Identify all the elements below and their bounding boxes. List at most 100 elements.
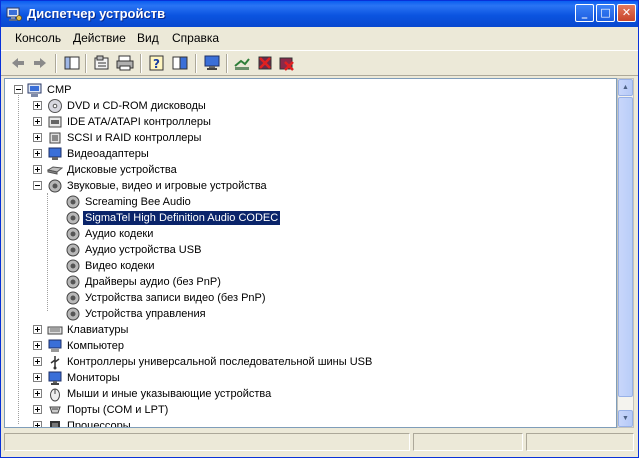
speaker-icon	[66, 243, 80, 257]
toolbar-separator	[195, 54, 197, 73]
tree-item-label: IDE ATA/ATAPI контроллеры	[67, 116, 211, 128]
collapse-toggle[interactable]	[14, 85, 23, 94]
tree-item-label: Мыши и иные указывающие устройства	[67, 388, 272, 400]
close-icon: ✕	[621, 6, 632, 19]
expand-toggle[interactable]	[33, 117, 42, 126]
tree-item-label: Процессоры	[67, 420, 131, 428]
status-cell	[413, 433, 523, 451]
tree-child-label: Аудио кодеки	[85, 228, 154, 240]
minimize-button[interactable]: _	[575, 4, 594, 22]
device-tree[interactable]: CMP DVD и CD-ROM дисководы IDE ATA/ATAPI…	[4, 78, 617, 428]
title-bar[interactable]: Диспетчер устройств _ □ ✕	[1, 1, 638, 27]
uninstall-device-icon[interactable]	[278, 54, 296, 72]
menu-bar: Консоль Действие Вид Справка	[1, 27, 638, 49]
print-icon[interactable]	[116, 54, 134, 72]
status-cell	[526, 433, 634, 451]
tree-child-label-selected: SigmaTel High Definition Audio CODEC	[81, 210, 282, 226]
speaker-icon	[66, 227, 80, 241]
menu-action[interactable]: Действие	[73, 31, 126, 45]
tree-item-label: Компьютер	[67, 340, 124, 352]
speaker-icon	[66, 291, 80, 305]
display-adapter-icon	[48, 147, 62, 160]
speaker-icon	[66, 307, 80, 321]
help-icon[interactable]: ?	[148, 54, 166, 72]
up-arrow-icon: ▲	[622, 84, 629, 91]
disable-device-icon[interactable]	[256, 54, 274, 72]
console-tree-icon[interactable]	[63, 54, 81, 72]
tree-item-label: Клавиатуры	[67, 324, 129, 336]
cdrom-icon	[48, 99, 62, 113]
menu-view[interactable]: Вид	[137, 31, 159, 45]
monitor-icon[interactable]	[203, 54, 221, 72]
show-hide-icon[interactable]	[171, 54, 189, 72]
scroll-down-button[interactable]: ▼	[618, 410, 633, 427]
tree-item-label: Мониторы	[67, 372, 120, 384]
usb-icon	[50, 356, 60, 370]
tree-connector	[18, 92, 19, 424]
scsi-controller-icon	[49, 132, 61, 144]
speaker-icon	[66, 259, 80, 273]
tree-item-label: Порты (COM и LPT)	[67, 404, 169, 416]
minimize-icon: _	[581, 6, 588, 19]
toolbar-separator	[226, 54, 228, 73]
device-manager-window: Диспетчер устройств _ □ ✕ Консоль Действ…	[0, 0, 639, 458]
properties-icon[interactable]	[93, 54, 111, 72]
expand-toggle[interactable]	[33, 357, 42, 366]
tree-child-label: Аудио устройства USB	[85, 244, 202, 256]
maximize-button[interactable]: □	[596, 4, 615, 22]
toolbar-separator	[85, 54, 87, 73]
tree-child-label: Устройства управления	[85, 308, 206, 320]
tree-item-label: SCSI и RAID контроллеры	[67, 132, 202, 144]
tree-item-label: Звуковые, видео и игровые устройства	[67, 180, 267, 192]
collapse-toggle[interactable]	[33, 181, 42, 190]
expand-toggle[interactable]	[33, 373, 42, 382]
expand-toggle[interactable]	[33, 421, 42, 427]
tree-item-label: DVD и CD-ROM дисководы	[67, 100, 206, 112]
maximize-icon: □	[600, 6, 611, 19]
close-button[interactable]: ✕	[617, 4, 636, 22]
scan-hardware-icon[interactable]	[233, 54, 251, 72]
tree-connector	[47, 193, 48, 311]
computer-icon	[27, 83, 42, 97]
tree-item-label: Видеоадаптеры	[67, 148, 149, 160]
toolbar-separator	[140, 54, 142, 73]
speaker-icon	[66, 275, 80, 289]
computer-icon	[48, 339, 62, 352]
forward-arrow-icon[interactable]	[31, 54, 49, 72]
expand-toggle[interactable]	[33, 101, 42, 110]
speaker-icon	[66, 195, 80, 209]
vertical-scrollbar[interactable]: ▲ ▼	[617, 78, 634, 428]
expand-toggle[interactable]	[33, 149, 42, 158]
scroll-up-button[interactable]: ▲	[618, 79, 633, 96]
toolbar: ?	[1, 50, 638, 76]
back-arrow-icon[interactable]	[9, 54, 27, 72]
expand-toggle[interactable]	[33, 325, 42, 334]
window-title: Диспетчер устройств	[27, 6, 166, 21]
sound-device-icon	[48, 179, 62, 193]
tree-child-label: Устройства записи видео (без PnP)	[85, 292, 266, 304]
tree-item-label: Дисковые устройства	[67, 164, 177, 176]
disk-drive-icon	[47, 166, 63, 175]
svg-text:?: ?	[153, 57, 160, 71]
tree-child-label: Screaming Bee Audio	[85, 196, 191, 208]
expand-toggle[interactable]	[33, 341, 42, 350]
expand-toggle[interactable]	[33, 133, 42, 142]
device-manager-icon	[6, 7, 22, 21]
keyboard-icon	[47, 326, 63, 335]
scrollbar-thumb[interactable]	[618, 97, 633, 397]
menu-help[interactable]: Справка	[172, 31, 219, 45]
expand-toggle[interactable]	[33, 165, 42, 174]
status-bar	[1, 429, 638, 457]
tree-item-label: Контроллеры универсальной последовательн…	[67, 356, 373, 368]
expand-toggle[interactable]	[33, 405, 42, 414]
status-cell	[4, 433, 410, 451]
processor-icon	[50, 421, 60, 427]
tree-root-label: CMP	[47, 84, 72, 96]
mouse-icon	[50, 388, 60, 402]
expand-toggle[interactable]	[33, 389, 42, 398]
monitor-icon	[48, 371, 62, 385]
tree-child-label: Драйверы аудио (без PnP)	[85, 276, 221, 288]
menu-console[interactable]: Консоль	[15, 31, 61, 45]
toolbar-separator	[55, 54, 57, 73]
down-arrow-icon: ▼	[622, 415, 629, 422]
